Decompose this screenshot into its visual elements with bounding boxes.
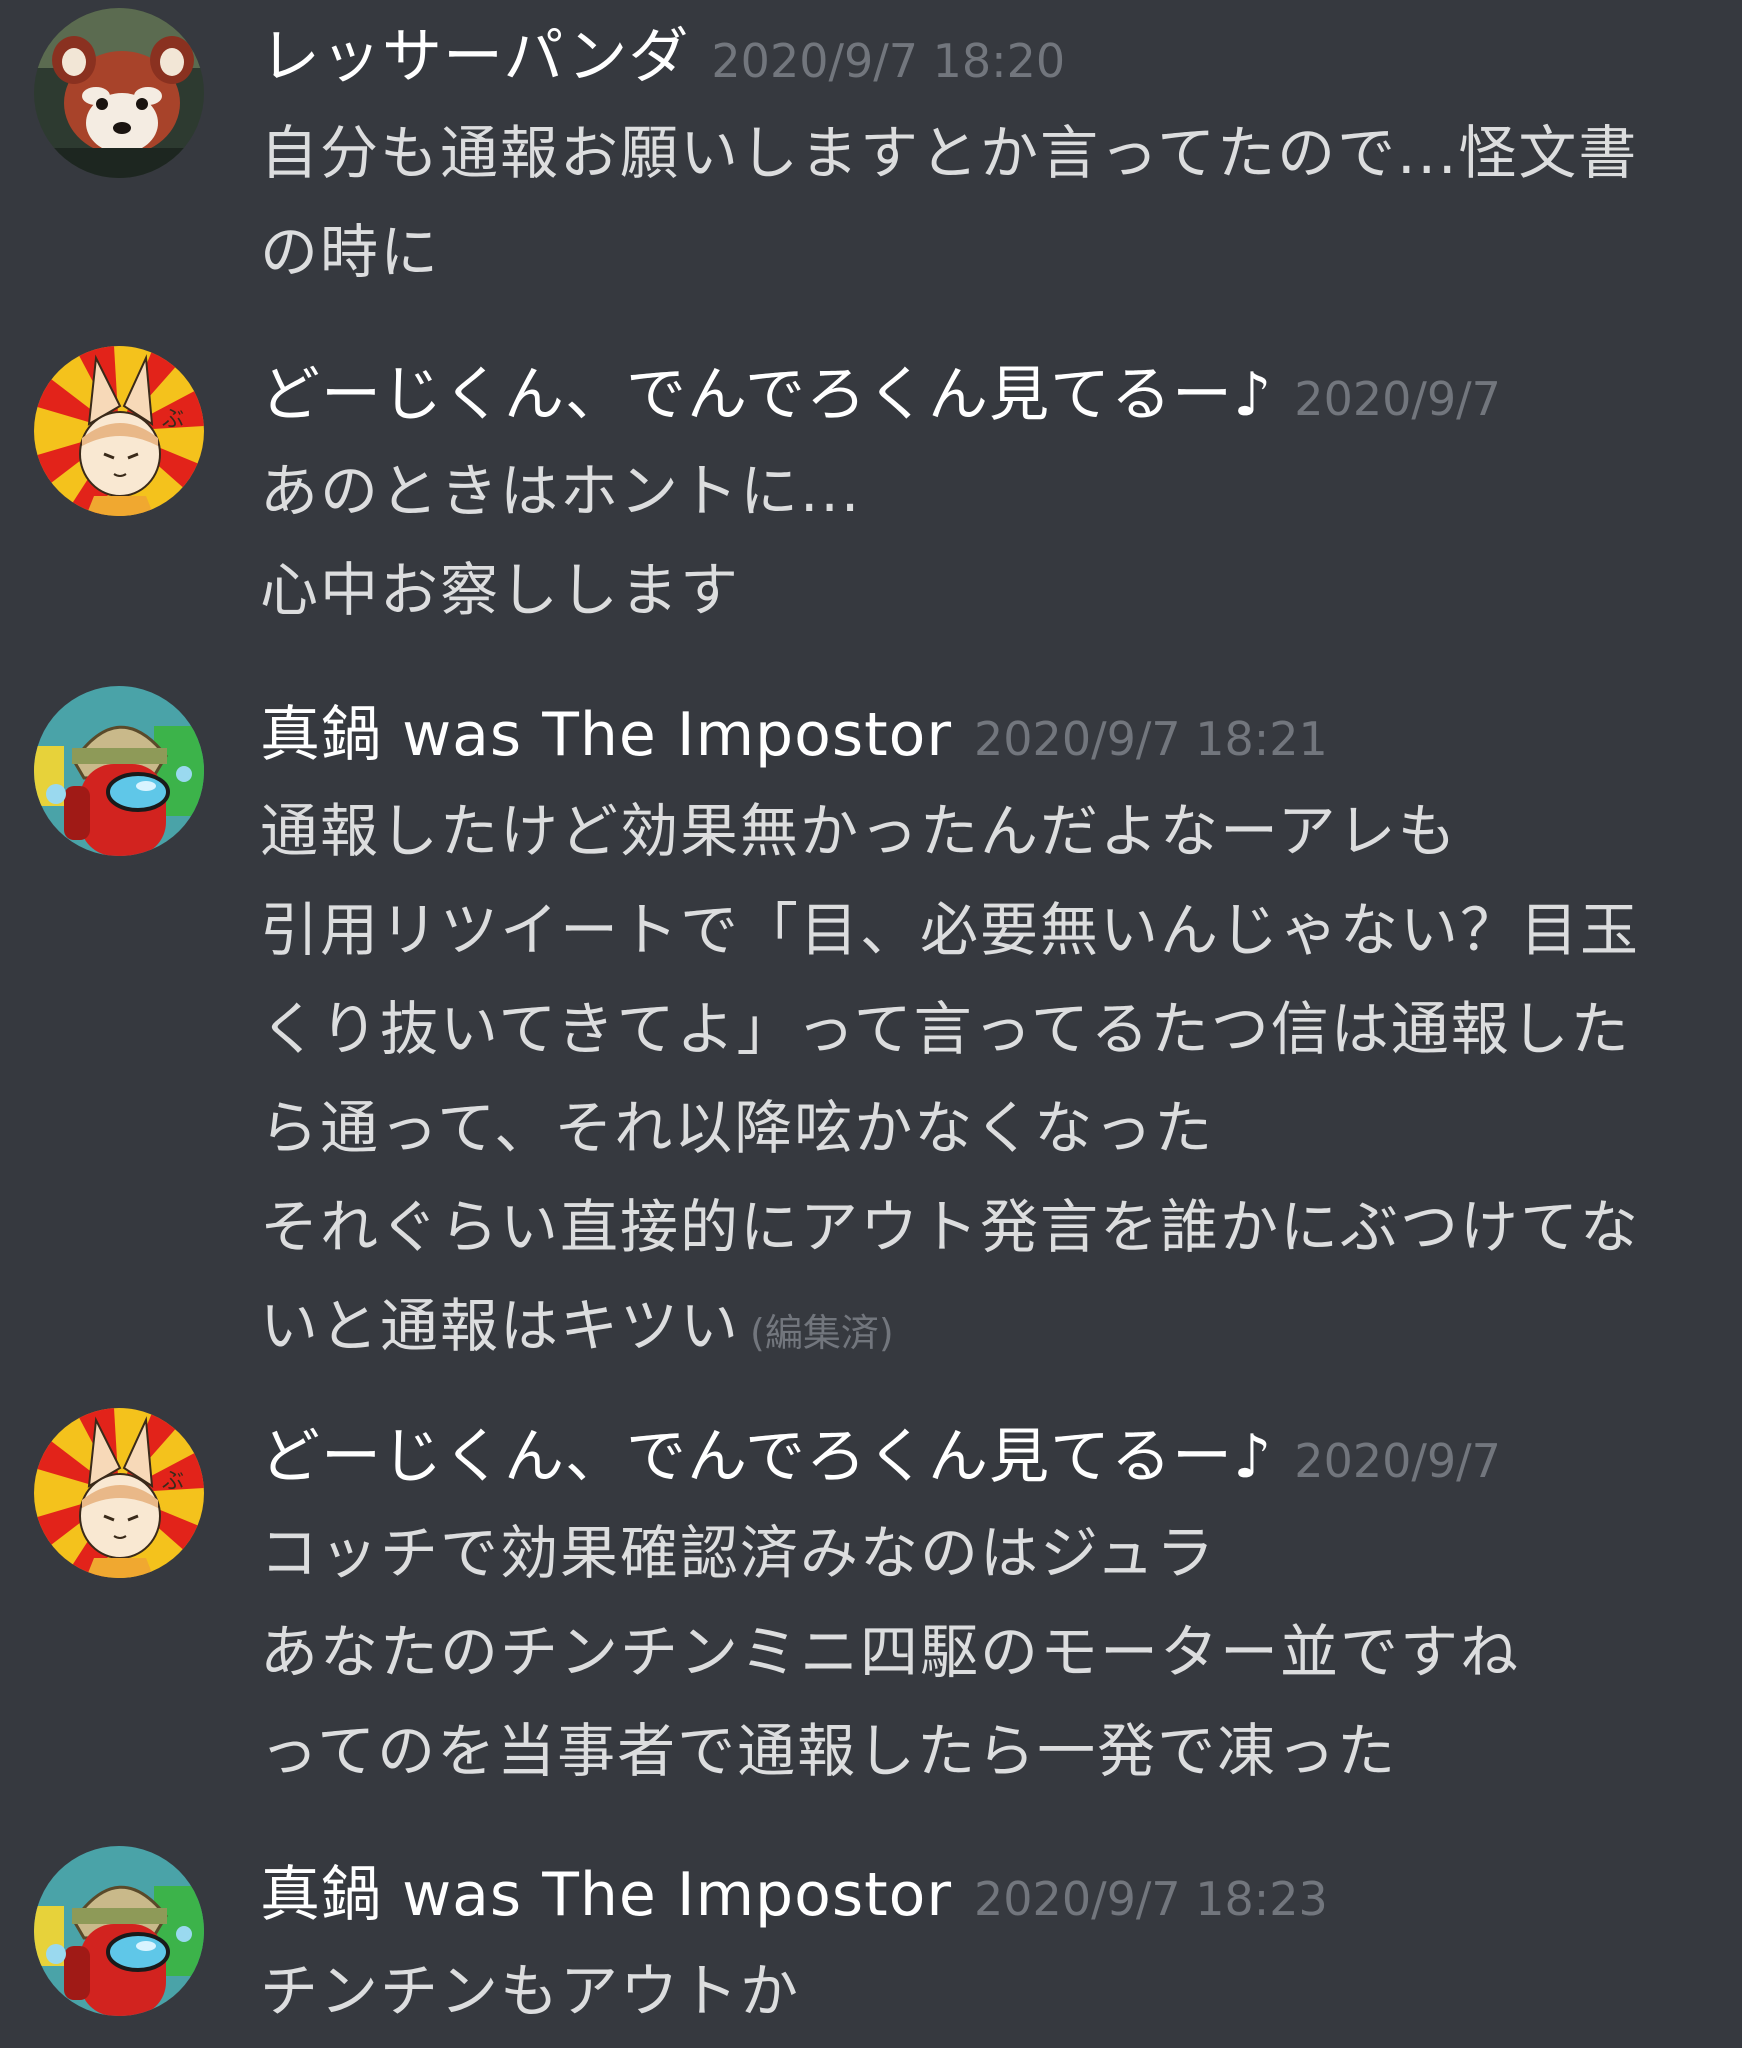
red-crewmate-avatar-icon <box>34 686 204 856</box>
message-text: いと通報はキツい <box>260 1292 741 1360</box>
timestamp: 2020/9/7 <box>1294 372 1501 426</box>
message-line: 引用リツイートで「目、必要無いんじゃない？目玉 <box>260 896 1641 964</box>
avatar[interactable]: ぶ <box>34 346 204 516</box>
timestamp: 2020/9/7 <box>1294 1434 1501 1488</box>
avatar[interactable] <box>34 1846 204 2016</box>
svg-text:ぶ: ぶ <box>162 1469 184 1494</box>
timestamp: 2020/9/7 18:23 <box>974 1872 1328 1926</box>
username[interactable]: レッサーパンダ <box>260 22 689 92</box>
message-line: の時に <box>260 218 441 286</box>
username[interactable]: どーじくん、でんでろくん見てるー♪ <box>260 360 1272 430</box>
fox-character-avatar-icon: ぶ <box>34 1408 204 1578</box>
username[interactable]: 真鍋 was The Impostor <box>260 700 952 770</box>
timestamp: 2020/9/7 18:21 <box>974 712 1328 766</box>
svg-text:ぶ: ぶ <box>162 407 184 432</box>
message-header: 真鍋 was The Impostor 2020/9/7 18:23 <box>260 1846 1705 1942</box>
message-line: それぐらい直接的にアウト発言を誰かにぶつけてな <box>260 1193 1641 1261</box>
red-crewmate-avatar-icon <box>34 1846 204 2016</box>
message-line: あなたのチンチンミニ四駆のモーター並ですね <box>260 1618 1521 1686</box>
avatar[interactable] <box>34 686 204 856</box>
username[interactable]: 真鍋 was The Impostor <box>260 1860 952 1930</box>
chat-message-list: レッサーパンダ 2020/9/7 18:20 自分も通報お願いしますとか言ってたの… <box>0 0 1742 2048</box>
avatar[interactable] <box>34 8 204 178</box>
message-line: 通報したけど効果無かったんだよなーアレも <box>260 797 1458 865</box>
message-line: 自分も通報お願いしますとか言ってたので...怪文書 <box>260 119 1639 187</box>
timestamp: 2020/9/7 18:20 <box>711 34 1066 88</box>
red-panda-avatar-icon <box>34 8 204 178</box>
fox-character-avatar-icon: ぶ <box>34 346 204 516</box>
message-line-last: いと通報はキツい (編集済) <box>260 1277 1700 1383</box>
message-line: ってのを当事者で通報したら一発で凍った <box>260 1717 1398 1785</box>
message-header: レッサーパンダ 2020/9/7 18:20 <box>260 8 1705 104</box>
message-header: どーじくん、でんでろくん見てるー♪ 2020/9/7 <box>260 346 1705 442</box>
avatar[interactable]: ぶ <box>34 1408 204 1578</box>
message-line: コッチで効果確認済みなのはジュラ <box>260 1519 1216 1587</box>
message-line: ら通って、それ以降呟かなくなった <box>260 1094 1215 1162</box>
message-header: どーじくん、でんでろくん見てるー♪ 2020/9/7 <box>260 1408 1705 1504</box>
message-line: くり抜いてきてよ」って言ってるたつ信は通報した <box>260 995 1631 1063</box>
edited-label: (編集済) <box>750 1311 894 1355</box>
message-line: 心中お察しします <box>260 556 741 624</box>
username[interactable]: どーじくん、でんでろくん見てるー♪ <box>260 1422 1272 1492</box>
message-line: チンチンもアウトか <box>260 1957 801 2025</box>
message-line: あのときはホントに... <box>260 457 862 525</box>
message-header: 真鍋 was The Impostor 2020/9/7 18:21 <box>260 686 1705 782</box>
